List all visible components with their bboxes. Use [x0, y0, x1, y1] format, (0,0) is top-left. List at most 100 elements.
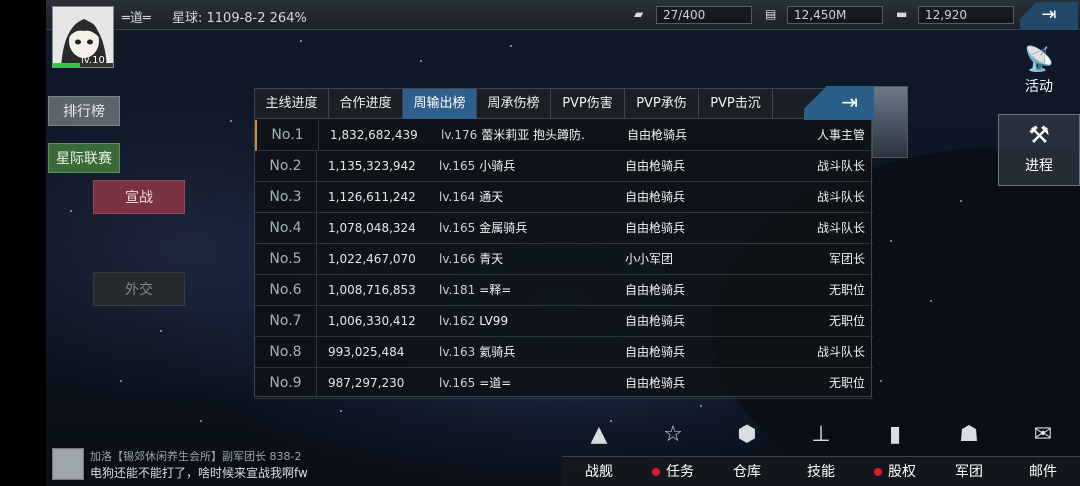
tools-icon: ⚒: [1028, 121, 1050, 149]
table-row[interactable]: No.8 993,025,484 lv.163 氦骑兵 自由枪骑兵 战斗队长: [255, 337, 873, 368]
rank-cell: No.2: [255, 151, 317, 181]
rank-cell: No.5: [255, 244, 317, 274]
planet-info: 星球: 1109-8-2 264%: [172, 11, 307, 26]
player-cell: lv.163 氦骑兵: [439, 337, 515, 367]
tab-7[interactable]: PVP击沉: [699, 89, 773, 119]
value-cell: 1,078,048,324: [328, 221, 416, 235]
level-cell: lv.165: [439, 376, 476, 390]
level-cell: lv.181: [439, 283, 476, 297]
corps-cell: 自由枪骑兵: [625, 283, 686, 297]
table-row[interactable]: No.3 1,126,611,242 lv.164 通天 自由枪骑兵 战斗队长: [255, 182, 873, 213]
position-cell: 军团长: [828, 252, 865, 266]
credits-icon: ▤: [765, 7, 777, 21]
table-row[interactable]: No.4 1,078,048,324 lv.165 金属骑兵 自由枪骑兵 战斗队长: [255, 213, 873, 244]
position-cell: 无职位: [828, 283, 865, 297]
level-cell: lv.165: [439, 221, 476, 235]
rank-cell: No.1: [257, 120, 319, 150]
corps-cell: 小小军团: [625, 252, 674, 266]
name-cell: 氦骑兵: [479, 345, 516, 359]
level-cell: lv.164: [439, 190, 476, 204]
progress-button[interactable]: ⚒ 进程: [998, 114, 1080, 186]
progress-label: 进程: [1025, 158, 1053, 174]
task-icon: ☆: [663, 422, 683, 447]
energy-icon: ▰: [634, 7, 644, 21]
player-cell: lv.165 小骑兵: [439, 151, 515, 181]
ranking-table: No.1 1,832,682,439 lv.176 蕾米莉亚 抱头蹲防. 自由枪骑兵 人事…: [255, 120, 873, 399]
name-cell: 金属骑兵: [479, 221, 528, 235]
warship-icon: ▲: [590, 422, 608, 447]
chat-preview[interactable]: 加洛【锡郊休闲养生会所】副军团长 838-2 电狗还能不能打了，啥时候来宣战我啊…: [52, 448, 552, 482]
nav-label-text: 技能: [807, 464, 835, 480]
corps-cell: 自由枪骑兵: [625, 314, 686, 328]
name-cell: =道=: [479, 376, 512, 390]
table-row[interactable]: No.1 1,832,682,439 lv.176 蕾米莉亚 抱头蹲防. 自由枪骑兵 人事…: [255, 120, 873, 151]
table-row[interactable]: No.7 1,006,330,412 lv.162 LV99 自由枪骑兵 无职位: [255, 306, 873, 337]
player-cell: lv.181 =释=: [439, 275, 511, 305]
position-cell: 人事主管: [816, 128, 865, 142]
rank-cell: No.3: [255, 182, 317, 212]
tab-5[interactable]: PVP伤害: [551, 89, 625, 119]
diplomacy-button[interactable]: 外交: [93, 272, 185, 306]
table-row[interactable]: No.6 1,008,716,853 lv.181 =释= 自由枪骑兵 无职位: [255, 275, 873, 306]
mail-icon: ✉: [1033, 422, 1053, 447]
level-cell: lv.163: [439, 345, 476, 359]
tab-6[interactable]: PVP承伤: [625, 89, 699, 119]
nav-label: 军团: [932, 461, 1006, 481]
ranking-button[interactable]: 排行榜: [48, 96, 120, 126]
credits-value: 12,450M: [787, 6, 883, 24]
table-row[interactable]: No.9 987,297,230 lv.165 =道= 自由枪骑兵 无职位: [255, 368, 873, 399]
alert-dot: [874, 468, 882, 476]
alert-dot: [652, 468, 660, 476]
level-cell: lv.165: [439, 159, 476, 173]
close-panel-icon[interactable]: ⇥: [804, 86, 874, 120]
nav-label-text: 战舰: [585, 464, 613, 480]
skill-icon: ⊥: [811, 422, 831, 447]
energy-value: 27/400: [656, 6, 752, 24]
corps-cell: 自由枪骑兵: [625, 190, 686, 204]
tab-3[interactable]: 周输出榜: [403, 89, 477, 119]
declare-war-button[interactable]: 宣战: [93, 180, 185, 214]
league-button[interactable]: 星际联赛: [48, 143, 120, 173]
rank-cell: No.6: [255, 275, 317, 305]
player-cell: lv.176 蕾米莉亚 抱头蹲防.: [441, 120, 585, 150]
tab-1[interactable]: 主线进度: [255, 89, 329, 119]
tab-4[interactable]: 周承伤榜: [477, 89, 551, 119]
level-cell: lv.176: [441, 128, 478, 142]
value-cell: 1,006,330,412: [328, 314, 416, 328]
satellite-dish-icon: 📡: [1024, 45, 1054, 73]
crystals-value: 12,920: [918, 6, 1014, 24]
name-cell: 小骑兵: [479, 159, 516, 173]
nav-label: 战舰: [562, 461, 636, 481]
player-cell: lv.164 通天: [439, 182, 503, 212]
name-cell: 通天: [479, 190, 504, 204]
value-cell: 1,832,682,439: [330, 128, 418, 142]
rank-cell: No.7: [255, 306, 317, 336]
name-cell: =释=: [479, 283, 512, 297]
rank-cell: No.9: [255, 368, 317, 398]
ranking-tabs: 主线进度 合作进度 周输出榜 周承伤榜 PVP伤害 PVP承伤 PVP击沉: [255, 89, 873, 119]
chat-message: 电狗还能不能打了，啥时候来宣战我啊fw: [90, 466, 308, 480]
crystals-icon: ▬: [896, 7, 908, 21]
activity-button[interactable]: 📡 活动: [998, 42, 1080, 104]
nav-label: 邮件: [1006, 461, 1080, 481]
nav-label-text: 仓库: [733, 464, 761, 480]
tab-2[interactable]: 合作进度: [329, 89, 403, 119]
name-cell: LV99: [479, 314, 509, 328]
name-cell: 青天: [479, 252, 504, 266]
xp-bar: [53, 63, 113, 67]
table-row[interactable]: No.5 1,022,467,070 lv.166 青天 小小军团 军团长: [255, 244, 873, 275]
exit-icon[interactable]: ⇥: [1020, 2, 1078, 30]
rank-cell: No.4: [255, 213, 317, 243]
left-edge-strip: [0, 0, 46, 486]
avatar[interactable]: lv.101: [52, 6, 114, 68]
nav-label: 任务: [636, 461, 710, 481]
corps-cell: 自由枪骑兵: [625, 345, 686, 359]
player-cell: lv.166 青天: [439, 244, 503, 274]
mountain-thumbnail: [872, 86, 908, 158]
corps-cell: 自由枪骑兵: [625, 221, 686, 235]
level-cell: lv.166: [439, 252, 476, 266]
value-cell: 1,126,611,242: [328, 190, 416, 204]
nav-label-text: 任务: [666, 464, 694, 480]
position-cell: 无职位: [828, 376, 865, 390]
table-row[interactable]: No.2 1,135,323,942 lv.165 小骑兵 自由枪骑兵 战斗队长: [255, 151, 873, 182]
